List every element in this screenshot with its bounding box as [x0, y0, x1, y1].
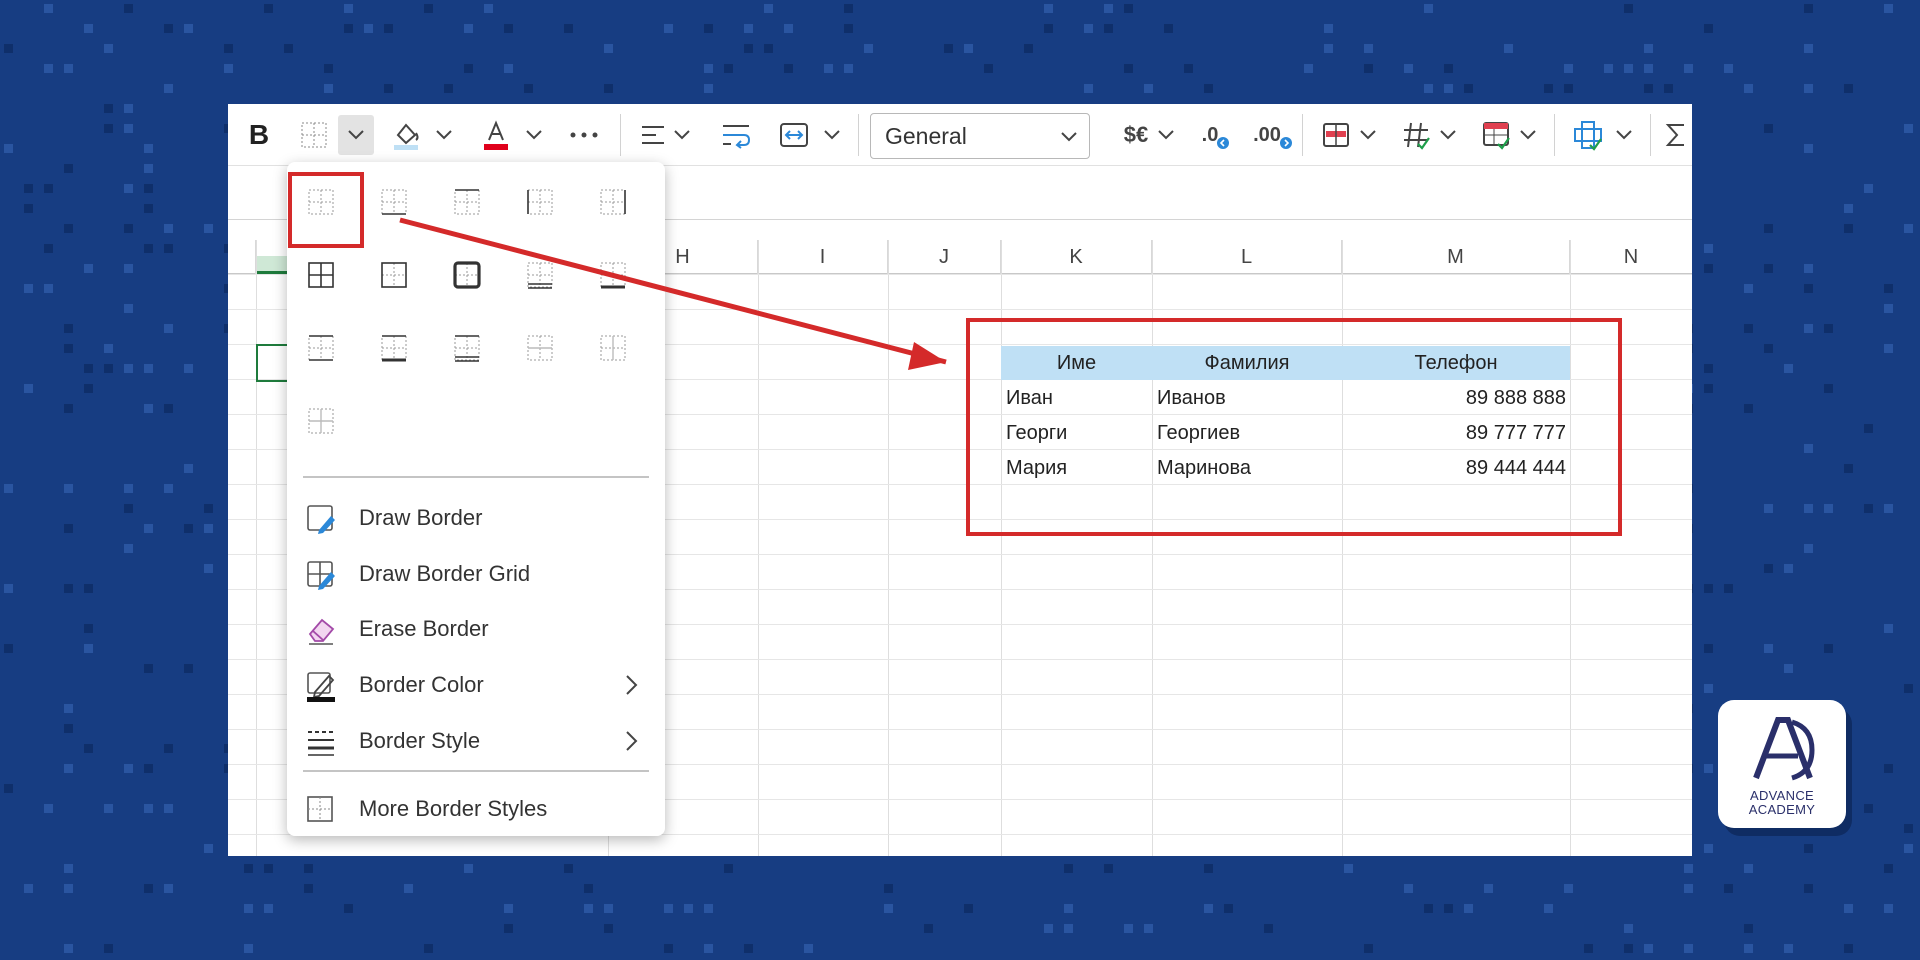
- logo-text-line2: ACADEMY: [1748, 802, 1816, 817]
- advance-academy-logo: ADVANCE ACADEMY: [1718, 700, 1846, 828]
- annotation-arrow: [399, 217, 947, 370]
- logo-mark-icon: [1753, 717, 1815, 781]
- logo-text-line1: ADVANCE: [1750, 788, 1814, 803]
- excel-window: B General $€ .0 .00 H I J K L M N Име Фа…: [228, 104, 1692, 856]
